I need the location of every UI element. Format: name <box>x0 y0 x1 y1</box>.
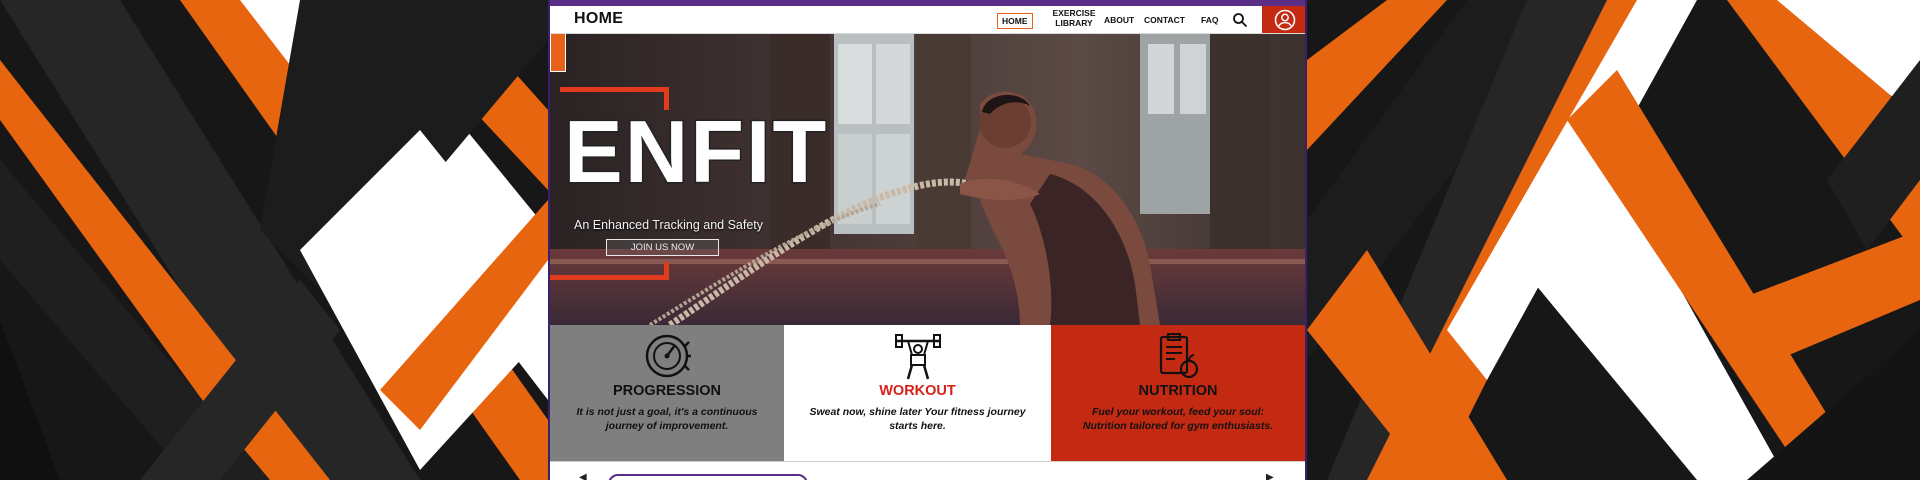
feature-heading: PROGRESSION <box>613 383 721 399</box>
join-us-button[interactable]: JOIN US NOW <box>606 239 719 256</box>
next-section-preview: ◀ ▶ <box>550 461 1305 480</box>
feature-description: Fuel your workout, feed your soul: Nutri… <box>1082 406 1274 432</box>
hero-subtitle: An Enhanced Tracking and Safety <box>574 218 764 232</box>
feature-card-progression[interactable]: PROGRESSION It is not just a goal, it's … <box>550 325 784 461</box>
nav-contact-link[interactable]: CONTACT <box>1144 15 1185 25</box>
navigation-bar: HOME HOME EXERCISE LIBRARY ABOUT CONTACT… <box>550 6 1305 34</box>
hero-corner-tab <box>550 34 566 72</box>
nav-home-link[interactable]: HOME <box>997 13 1033 29</box>
feature-card-nutrition[interactable]: NUTRITION Fuel your workout, feed your s… <box>1051 325 1305 461</box>
feature-heading: WORKOUT <box>879 383 956 399</box>
progression-gauge-icon <box>645 334 691 378</box>
search-icon[interactable] <box>1232 12 1248 28</box>
user-account-icon <box>1274 9 1295 30</box>
background-pattern-right <box>1307 0 1920 480</box>
feature-heading: NUTRITION <box>1138 383 1218 399</box>
nav-exercise-line1: EXERCISE <box>1052 8 1096 18</box>
feature-description: It is not just a goal, it's a continuous… <box>576 406 758 432</box>
account-button[interactable] <box>1262 6 1305 33</box>
nav-faq-link[interactable]: FAQ <box>1201 15 1218 25</box>
hero-banner: ENFIT An Enhanced Tracking and Safety JO… <box>550 34 1305 325</box>
nutrition-clipboard-icon <box>1159 333 1199 379</box>
nav-about-link[interactable]: ABOUT <box>1104 15 1134 25</box>
section-pill[interactable] <box>608 474 808 480</box>
nav-exercise-library-link[interactable]: EXERCISE LIBRARY <box>1044 8 1104 28</box>
chevron-left-icon[interactable]: ◀ <box>579 472 587 480</box>
nav-exercise-line2: LIBRARY <box>1055 18 1093 28</box>
weightlifting-icon <box>894 334 941 380</box>
hero-bracket-bottom <box>550 262 669 280</box>
background-pattern-left <box>0 0 548 480</box>
feature-card-workout[interactable]: WORKOUT Sweat now, shine later Your fitn… <box>784 325 1051 461</box>
feature-cards: PROGRESSION It is not just a goal, it's … <box>550 325 1305 461</box>
website-frame: HOME HOME EXERCISE LIBRARY ABOUT CONTACT… <box>548 0 1307 480</box>
feature-description: Sweat now, shine later Your fitness jour… <box>809 406 1026 432</box>
chevron-right-icon[interactable]: ▶ <box>1266 472 1274 480</box>
page-title: HOME <box>574 10 624 27</box>
hero-title: ENFIT <box>562 102 829 201</box>
